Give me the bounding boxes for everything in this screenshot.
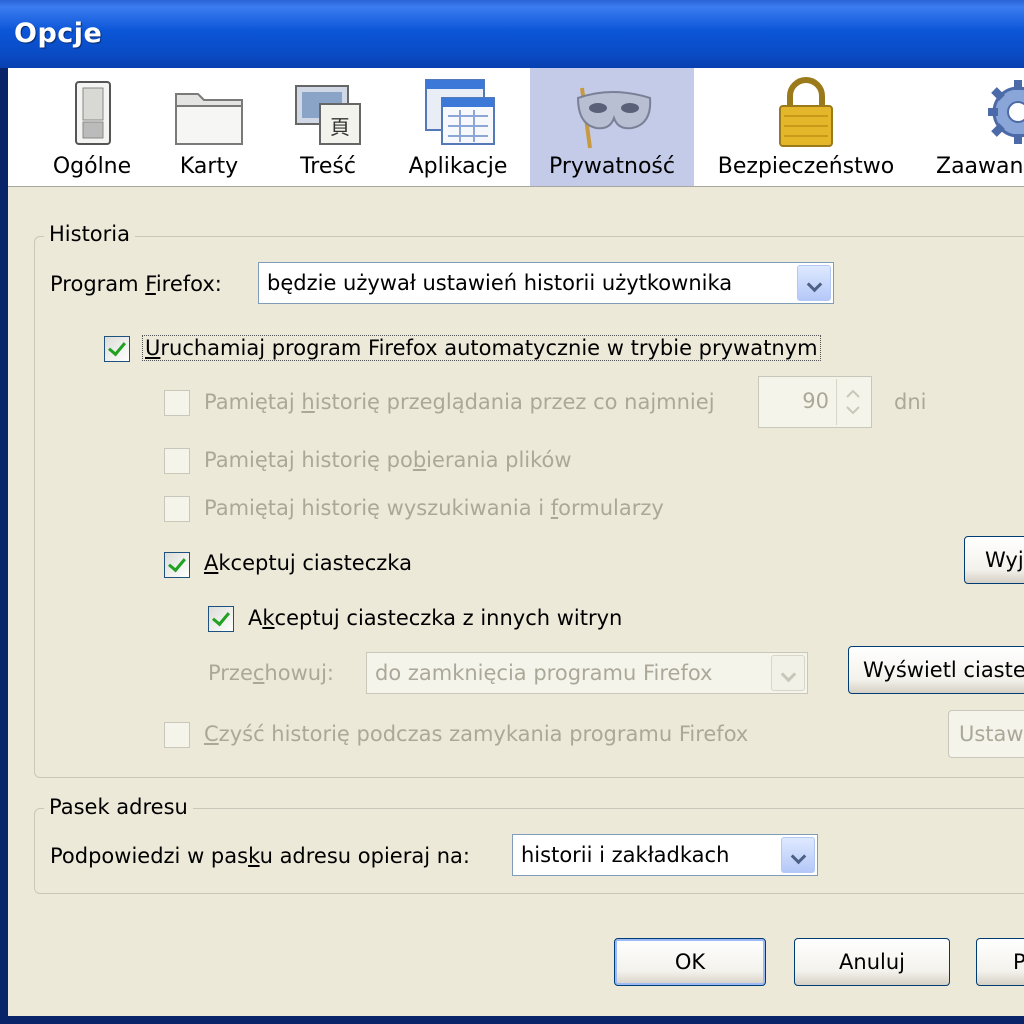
remember-downloads-checkbox[interactable]: [164, 448, 190, 474]
remember-browsing-checkbox[interactable]: [164, 390, 190, 416]
address-bar-group-label: Pasek adresu: [44, 795, 193, 819]
tab-tabs[interactable]: Karty: [162, 68, 256, 186]
tab-general-label: Ogólne: [52, 154, 132, 179]
accept-third-party-label: Akceptuj ciasteczka z innych witryn: [248, 606, 623, 630]
remember-browsing-label: Pamiętaj historię przeglądania przez co …: [204, 390, 715, 414]
keep-until-label: Przechowuj:: [208, 661, 334, 685]
clear-history-checkbox[interactable]: [164, 722, 190, 748]
remember-forms-label: Pamiętaj historię wyszukiwania i formula…: [204, 496, 664, 520]
title-bar[interactable]: Opcje: [0, 0, 1024, 68]
days-spinner[interactable]: 90: [758, 376, 872, 428]
history-mode-value: będzie używał ustawień historii użytkown…: [267, 271, 733, 295]
tab-advanced[interactable]: Zaawan: [932, 68, 1024, 186]
category-toolbar: Ogólne Karty 頁 Treść Aplikacje Prywatnoś…: [8, 68, 1024, 187]
tab-applications-label: Aplikacje: [408, 154, 508, 179]
private-mode-checkbox[interactable]: [104, 336, 130, 362]
ok-button[interactable]: OK: [614, 938, 766, 986]
dialog-body: Ogólne Karty 頁 Treść Aplikacje Prywatnoś…: [8, 68, 1024, 1016]
accept-cookies-checkbox[interactable]: [164, 552, 190, 578]
history-group-label: Historia: [44, 222, 135, 246]
tab-applications[interactable]: Aplikacje: [398, 68, 518, 186]
tab-tabs-label: Karty: [179, 154, 239, 179]
chevron-down-icon[interactable]: [771, 655, 805, 691]
tab-content[interactable]: 頁 Treść: [280, 68, 376, 186]
days-value: 90: [802, 389, 829, 413]
general-switch-icon: [46, 68, 138, 152]
tab-security-label: Bezpieczeństwo: [717, 154, 895, 179]
keep-until-select[interactable]: do zamknięcia programu Firefox: [366, 652, 808, 694]
history-mode-select[interactable]: będzie używał ustawień historii użytkown…: [258, 262, 834, 304]
privacy-mask-icon: [530, 68, 694, 152]
options-window: Opcje Ogólne Karty 頁 Treść Aplikacje Pry…: [0, 0, 1024, 1024]
svg-text:頁: 頁: [330, 115, 350, 139]
applications-icon: [398, 68, 518, 152]
exceptions-button[interactable]: Wyj: [964, 536, 1024, 584]
tab-privacy-label: Prywatność: [548, 154, 675, 179]
address-bar-suggest-select[interactable]: historii i zakładkach: [512, 834, 818, 876]
security-lock-icon: [708, 68, 904, 152]
days-unit-label: dni: [894, 390, 927, 414]
tab-security[interactable]: Bezpieczeństwo: [708, 68, 904, 186]
cancel-button[interactable]: Anuluj: [794, 938, 950, 986]
tabs-folder-icon: [162, 68, 256, 152]
remember-forms-checkbox[interactable]: [164, 496, 190, 522]
content-icon: 頁: [280, 68, 376, 152]
advanced-gear-icon: [932, 68, 1024, 152]
private-mode-label[interactable]: Uruchamiaj program Firefox automatycznie…: [142, 335, 821, 361]
program-label: Program Firefox:: [50, 272, 222, 296]
clear-history-label: Czyść historię podczas zamykania program…: [204, 722, 749, 746]
show-cookies-button[interactable]: Wyświetl ciaste: [848, 646, 1024, 694]
chevron-down-icon[interactable]: [781, 837, 815, 873]
accept-cookies-label: Akceptuj ciasteczka: [204, 551, 412, 575]
tab-content-label: Treść: [300, 154, 356, 179]
keep-until-value: do zamknięcia programu Firefox: [375, 661, 713, 685]
tab-advanced-label: Zaawan: [936, 154, 1024, 179]
help-button[interactable]: P: [976, 938, 1024, 986]
spinner-arrows-icon[interactable]: [836, 379, 869, 425]
chevron-down-icon[interactable]: [797, 265, 831, 301]
tab-privacy[interactable]: Prywatność: [530, 68, 694, 186]
tab-general[interactable]: Ogólne: [46, 68, 138, 186]
accept-third-party-checkbox[interactable]: [208, 606, 234, 632]
clear-settings-button[interactable]: Ustaw: [948, 710, 1024, 758]
address-bar-suggest-value: historii i zakładkach: [521, 843, 730, 867]
remember-downloads-label: Pamiętaj historię pobierania plików: [204, 448, 572, 472]
window-title: Opcje: [14, 18, 103, 49]
address-bar-suggest-label: Podpowiedzi w pasku adresu opieraj na:: [50, 844, 470, 868]
